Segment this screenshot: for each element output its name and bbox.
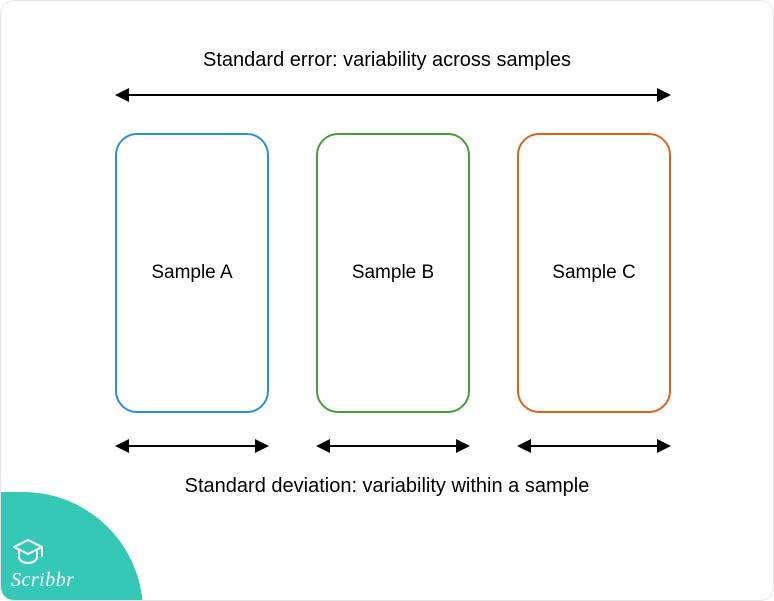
brand-badge: Scribbr [0, 492, 143, 601]
standard-error-label: Standard error: variability across sampl… [1, 49, 773, 72]
brand-name: Scribbr [11, 569, 75, 592]
double-arrow-icon [115, 88, 671, 102]
sample-boxes: Sample A Sample B Sample C [115, 133, 671, 413]
sample-b-label: Sample B [352, 262, 434, 284]
double-arrow-icon [316, 439, 470, 453]
standard-deviation-label: Standard deviation: variability within a… [1, 475, 773, 498]
sample-box-a: Sample A [115, 133, 269, 413]
diagram-card: Standard error: variability across sampl… [0, 0, 774, 601]
double-arrow-icon [115, 439, 269, 453]
double-arrow-icon [517, 439, 671, 453]
graduation-cap-icon [11, 537, 45, 567]
sample-a-label: Sample A [151, 262, 232, 284]
sample-box-c: Sample C [517, 133, 671, 413]
sample-box-b: Sample B [316, 133, 470, 413]
diagram-content: Standard error: variability across sampl… [1, 1, 773, 600]
bottom-arrows [115, 439, 671, 453]
top-arrow [115, 88, 671, 102]
sample-c-label: Sample C [552, 262, 635, 284]
